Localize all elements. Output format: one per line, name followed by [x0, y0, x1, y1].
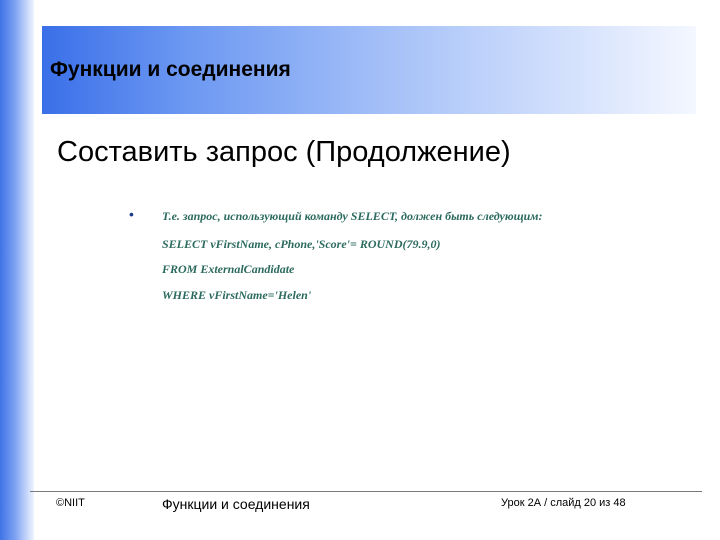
footer-divider: [30, 491, 702, 492]
from-line: FROM ExternalCandidate: [162, 262, 295, 276]
footer-course-title: Функции и соединения: [162, 496, 310, 512]
bullet-icon: •: [129, 206, 134, 222]
intro-line: Т.е. запрос, использующий команду SELECT…: [162, 209, 543, 223]
footer-slide-info: Урок 2А / слайд 20 из 48: [501, 497, 626, 509]
left-decorative-bar: [0, 0, 34, 540]
select-line: SELECT vFirstName, cPhone,'Score'= ROUND…: [162, 237, 441, 251]
slide-title: Составить запрос (Продолжение): [57, 136, 511, 168]
header-title: Функции и соединения: [50, 58, 291, 81]
where-line: WHERE vFirstName='Helen': [162, 288, 312, 302]
footer-copyright: ©NIIT: [56, 497, 85, 509]
